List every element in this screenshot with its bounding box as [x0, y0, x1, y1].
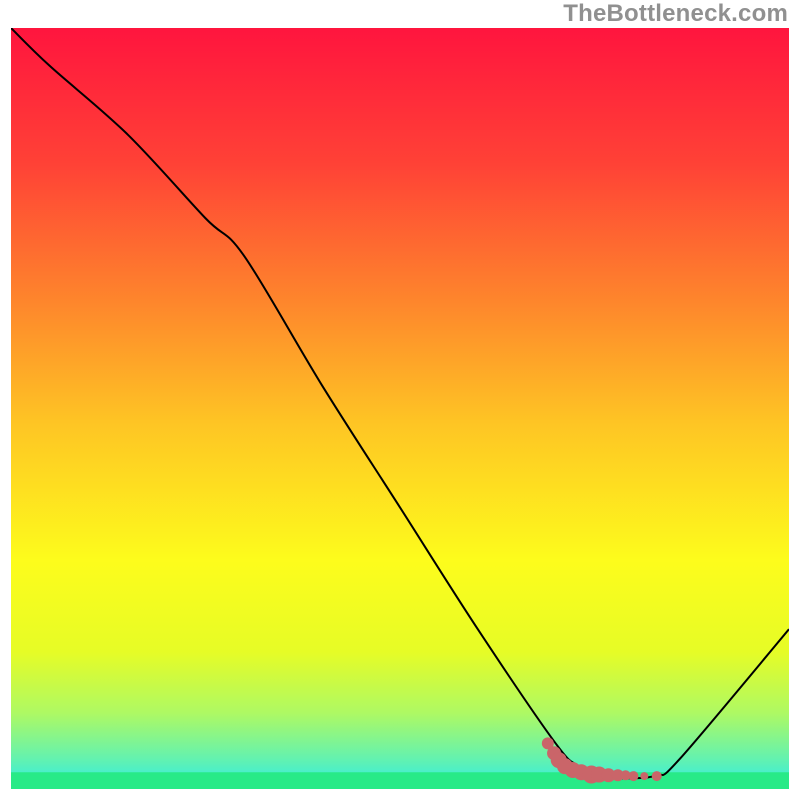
chart-svg: [11, 28, 789, 789]
marker-dot: [628, 771, 638, 781]
chart-frame: TheBottleneck.com: [0, 0, 800, 800]
marker-dot: [640, 772, 648, 780]
green-band: [11, 772, 789, 789]
gradient-background: [11, 28, 789, 789]
marker-dot: [652, 771, 662, 781]
attribution-text: TheBottleneck.com: [563, 0, 788, 28]
